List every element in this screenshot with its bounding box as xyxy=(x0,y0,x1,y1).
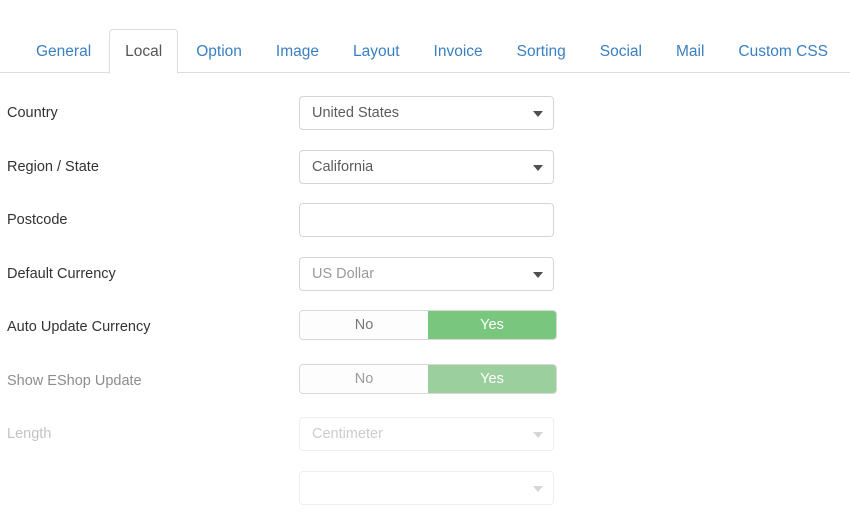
tab-image[interactable]: Image xyxy=(260,29,335,74)
tab-layout[interactable]: Layout xyxy=(337,29,416,74)
auto-update-currency-toggle[interactable]: No Yes xyxy=(299,310,557,340)
next-partial-control xyxy=(299,471,554,505)
form-row-show-eshop-update: Show EShop Update No Yes xyxy=(0,359,850,413)
region-state-select-value: California xyxy=(312,151,527,183)
length-select-value: Centimeter xyxy=(312,418,527,450)
settings-tabbar: General Local Option Image Layout Invoic… xyxy=(0,28,850,73)
region-state-control: California xyxy=(299,150,554,184)
auto-update-currency-label: Auto Update Currency xyxy=(7,319,150,336)
default-currency-label: Default Currency xyxy=(7,266,116,283)
tab-mail[interactable]: Mail xyxy=(660,29,720,74)
country-select[interactable]: United States xyxy=(299,96,554,130)
form-row-auto-update-currency: Auto Update Currency No Yes xyxy=(0,305,850,359)
length-select[interactable]: Centimeter xyxy=(299,417,554,451)
tab-general[interactable]: General xyxy=(20,29,107,74)
default-currency-select[interactable]: US Dollar xyxy=(299,257,554,291)
tab-sorting[interactable]: Sorting xyxy=(501,29,582,74)
form-row-next-partial xyxy=(0,466,850,519)
chevron-down-icon xyxy=(533,111,543,117)
region-state-select[interactable]: California xyxy=(299,150,554,184)
chevron-down-icon xyxy=(533,432,543,438)
chevron-down-icon xyxy=(533,165,543,171)
show-eshop-update-label: Show EShop Update xyxy=(7,373,142,390)
form-row-region-state: Region / State California xyxy=(0,145,850,199)
tab-local[interactable]: Local xyxy=(109,29,178,74)
auto-update-currency-toggle-yes[interactable]: Yes xyxy=(428,311,556,339)
postcode-input[interactable] xyxy=(299,203,554,237)
form-row-length: Length Centimeter xyxy=(0,412,850,466)
tab-invoice[interactable]: Invoice xyxy=(418,29,499,74)
next-partial-select[interactable] xyxy=(299,471,554,505)
tab-option[interactable]: Option xyxy=(180,29,258,74)
auto-update-currency-control: No Yes xyxy=(299,310,554,340)
tab-custom-css[interactable]: Custom CSS xyxy=(722,29,844,74)
form-row-default-currency: Default Currency US Dollar xyxy=(0,252,850,306)
local-settings-form: Country United States Region / State Cal… xyxy=(0,73,850,519)
chevron-down-icon xyxy=(533,486,543,492)
auto-update-currency-toggle-no[interactable]: No xyxy=(300,311,428,339)
show-eshop-update-toggle-no[interactable]: No xyxy=(300,365,428,393)
show-eshop-update-control: No Yes xyxy=(299,364,554,394)
tab-social[interactable]: Social xyxy=(584,29,658,74)
show-eshop-update-toggle-yes[interactable]: Yes xyxy=(428,365,556,393)
country-select-value: United States xyxy=(312,97,527,129)
postcode-control xyxy=(299,203,554,237)
default-currency-select-value: US Dollar xyxy=(312,258,527,290)
chevron-down-icon xyxy=(533,272,543,278)
settings-page: General Local Option Image Layout Invoic… xyxy=(0,0,850,500)
region-state-label: Region / State xyxy=(7,159,99,176)
length-label: Length xyxy=(7,426,51,443)
length-control: Centimeter xyxy=(299,417,554,451)
country-control: United States xyxy=(299,96,554,130)
country-label: Country xyxy=(7,105,58,122)
form-row-postcode: Postcode xyxy=(0,198,850,252)
show-eshop-update-toggle[interactable]: No Yes xyxy=(299,364,557,394)
form-row-country: Country United States xyxy=(0,91,850,145)
default-currency-control: US Dollar xyxy=(299,257,554,291)
postcode-label: Postcode xyxy=(7,212,67,229)
